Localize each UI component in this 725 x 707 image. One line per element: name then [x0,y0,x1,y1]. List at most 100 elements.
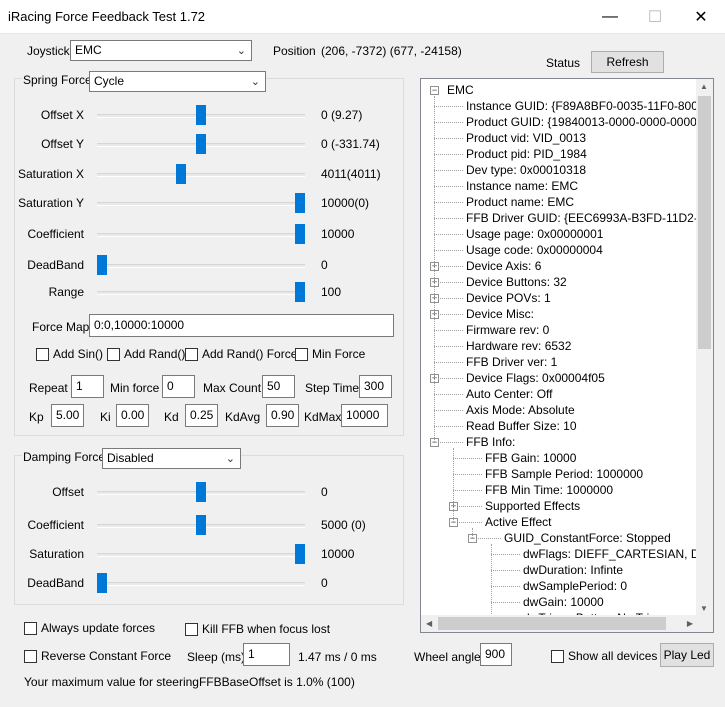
tree-node[interactable]: Device Flags: 0x00004f05 [466,370,605,386]
tree-node[interactable]: dwDuration: Infinte [523,562,623,578]
spring-range-slider-thumb[interactable] [295,282,305,302]
add-sin-checkbox[interactable]: Add Sin() [36,347,103,361]
step-time-input[interactable]: 300 [359,375,392,398]
tree-connector [434,410,463,411]
tree-node[interactable]: Firmware rev: 0 [466,322,549,338]
refresh-button[interactable]: Refresh [591,51,664,73]
repeat-input[interactable]: 1 [71,375,104,398]
tree-node[interactable]: FFB Driver ver: 1 [466,354,557,370]
spring-range-slider[interactable] [97,291,305,295]
play-led-button[interactable]: Play Led [660,643,714,667]
damping-saturation-slider[interactable] [97,553,305,557]
force-map-input[interactable]: 0:0,10000:10000 [89,314,394,337]
tree-node[interactable]: Active Effect [485,514,551,530]
spring-deadband-slider[interactable] [97,264,305,268]
damping-saturation-slider-thumb[interactable] [295,544,305,564]
ki-input[interactable]: 0.00 [116,404,149,427]
tree-node[interactable]: Auto Center: Off [466,386,553,402]
damping-deadband-slider[interactable] [97,582,305,586]
sleep-input[interactable]: 1 [243,643,290,666]
device-tree-view[interactable]: − EMC Instance GUID: {F89A8BF0-0035-11F0-8… [420,78,714,633]
tree-node[interactable]: Instance name: EMC [466,178,578,194]
tree-node[interactable]: FFB Gain: 10000 [485,450,576,466]
show-all-devices-checkbox[interactable]: Show all devices [551,649,657,663]
spring-mode-value: Cycle [94,74,125,88]
tree-node[interactable]: dwFlags: DIEFF_CARTESIAN, DIEFF_ [523,546,698,562]
tree-node[interactable]: GUID_ConstantForce: Stopped [504,530,671,546]
tree-node[interactable]: Dev type: 0x00010318 [466,162,586,178]
tree-node[interactable]: Product GUID: {19840013-0000-0000-0000-5… [466,114,698,130]
spring-coefficient-slider-thumb[interactable] [295,224,305,244]
add-rand-force-checkbox[interactable]: Add Rand() Force [185,347,297,361]
damping-coefficient-slider-thumb[interactable] [196,515,206,535]
scroll-right-icon[interactable]: ▶ [687,619,693,628]
checkbox-box [185,347,198,361]
tree-collapse-icon[interactable]: − [430,86,439,95]
tree-node[interactable]: FFB Info: [466,434,515,450]
add-rand-checkbox[interactable]: Add Rand() [107,347,185,361]
position-value: (206, -7372) (677, -24158) [321,44,462,58]
scroll-down-icon[interactable]: ▼ [700,604,708,613]
status-label: Status [546,56,581,70]
minimize-button[interactable]: — [587,0,633,34]
reverse-constant-checkbox[interactable]: Reverse Constant Force [24,649,171,663]
damping-deadband-slider-thumb[interactable] [97,573,107,593]
always-update-checkbox[interactable]: Always update forces [24,621,155,635]
maximize-button[interactable]: ☐ [632,0,678,34]
spring-coefficient-slider[interactable] [97,233,305,237]
tree-node[interactable]: EMC [447,82,474,98]
spring-saturation-y-slider-thumb[interactable] [295,193,305,213]
tree-node[interactable]: Usage page: 0x00000001 [466,226,603,242]
scroll-up-icon[interactable]: ▲ [700,82,708,91]
tree-node[interactable]: dwSamplePeriod: 0 [523,578,627,594]
close-button[interactable]: ✕ [678,0,724,34]
joystick-select[interactable]: EMC ⌄ [70,40,252,61]
force-map-label: Force Map [32,320,90,334]
tree-connector [434,170,463,171]
scrollbar-thumb[interactable] [438,617,666,630]
tree-node[interactable]: Supported Effects [485,498,580,514]
tree-vertical-scrollbar[interactable]: ▲ ▼ [696,79,713,616]
tree-node[interactable]: Product name: EMC [466,194,574,210]
spring-offset-y-slider-thumb[interactable] [196,134,206,154]
kd-input[interactable]: 0.25 [185,404,218,427]
tree-node[interactable]: FFB Sample Period: 1000000 [485,466,643,482]
tree-node[interactable]: Device POVs: 1 [466,290,551,306]
spring-force-label: Spring Force [22,73,93,87]
tree-node[interactable]: Instance GUID: {F89A8BF0-0035-11F0-8001-… [466,98,698,114]
damping-mode-select[interactable]: Disabled ⌄ [102,448,241,469]
kdavg-input[interactable]: 0.90 [266,404,299,427]
tree-node[interactable]: Device Buttons: 32 [466,274,567,290]
tree-node[interactable]: Device Misc: [466,306,534,322]
spring-deadband-slider-thumb[interactable] [97,255,107,275]
tree-node[interactable]: FFB Driver GUID: {EEC6993A-B3FD-11D2-A91… [466,210,698,226]
wheel-angle-input[interactable]: 900 [480,643,512,666]
spring-saturation-x-slider-thumb[interactable] [176,164,187,184]
spring-saturation-x-slider[interactable] [97,173,305,177]
damping-offset-slider-thumb[interactable] [196,482,206,502]
damping-offset-value: 0 [321,485,328,499]
scroll-left-icon[interactable]: ◀ [426,619,432,628]
min-force-checkbox[interactable]: Min Force [295,347,365,361]
kdmax-input[interactable]: 10000 [341,404,388,427]
tree-connector [434,218,463,219]
tree-node[interactable]: Usage code: 0x00000004 [466,242,603,258]
tree-node[interactable]: Device Axis: 6 [466,258,541,274]
tree-node[interactable]: Hardware rev: 6532 [466,338,571,354]
kill-ffb-checkbox[interactable]: Kill FFB when focus lost [185,622,330,636]
max-count-input[interactable]: 50 [262,375,295,398]
tree-node[interactable]: Read Buffer Size: 10 [466,418,577,434]
scrollbar-thumb[interactable] [698,96,711,349]
tree-node[interactable]: Axis Mode: Absolute [466,402,575,418]
tree-connector [434,346,463,347]
tree-node[interactable]: Product vid: VID_0013 [466,130,586,146]
tree-node[interactable]: Product pid: PID_1984 [466,146,587,162]
spring-offset-x-slider-thumb[interactable] [196,105,206,125]
spring-saturation-y-slider[interactable] [97,202,305,206]
tree-horizontal-scrollbar[interactable]: ◀ ▶ [421,615,698,632]
min-force-input[interactable]: 0 [162,375,195,398]
tree-node[interactable]: FFB Min Time: 1000000 [485,482,613,498]
spring-mode-select[interactable]: Cycle ⌄ [89,71,266,92]
kp-input[interactable]: 5.00 [51,404,84,427]
tree-node[interactable]: dwGain: 10000 [523,594,604,610]
